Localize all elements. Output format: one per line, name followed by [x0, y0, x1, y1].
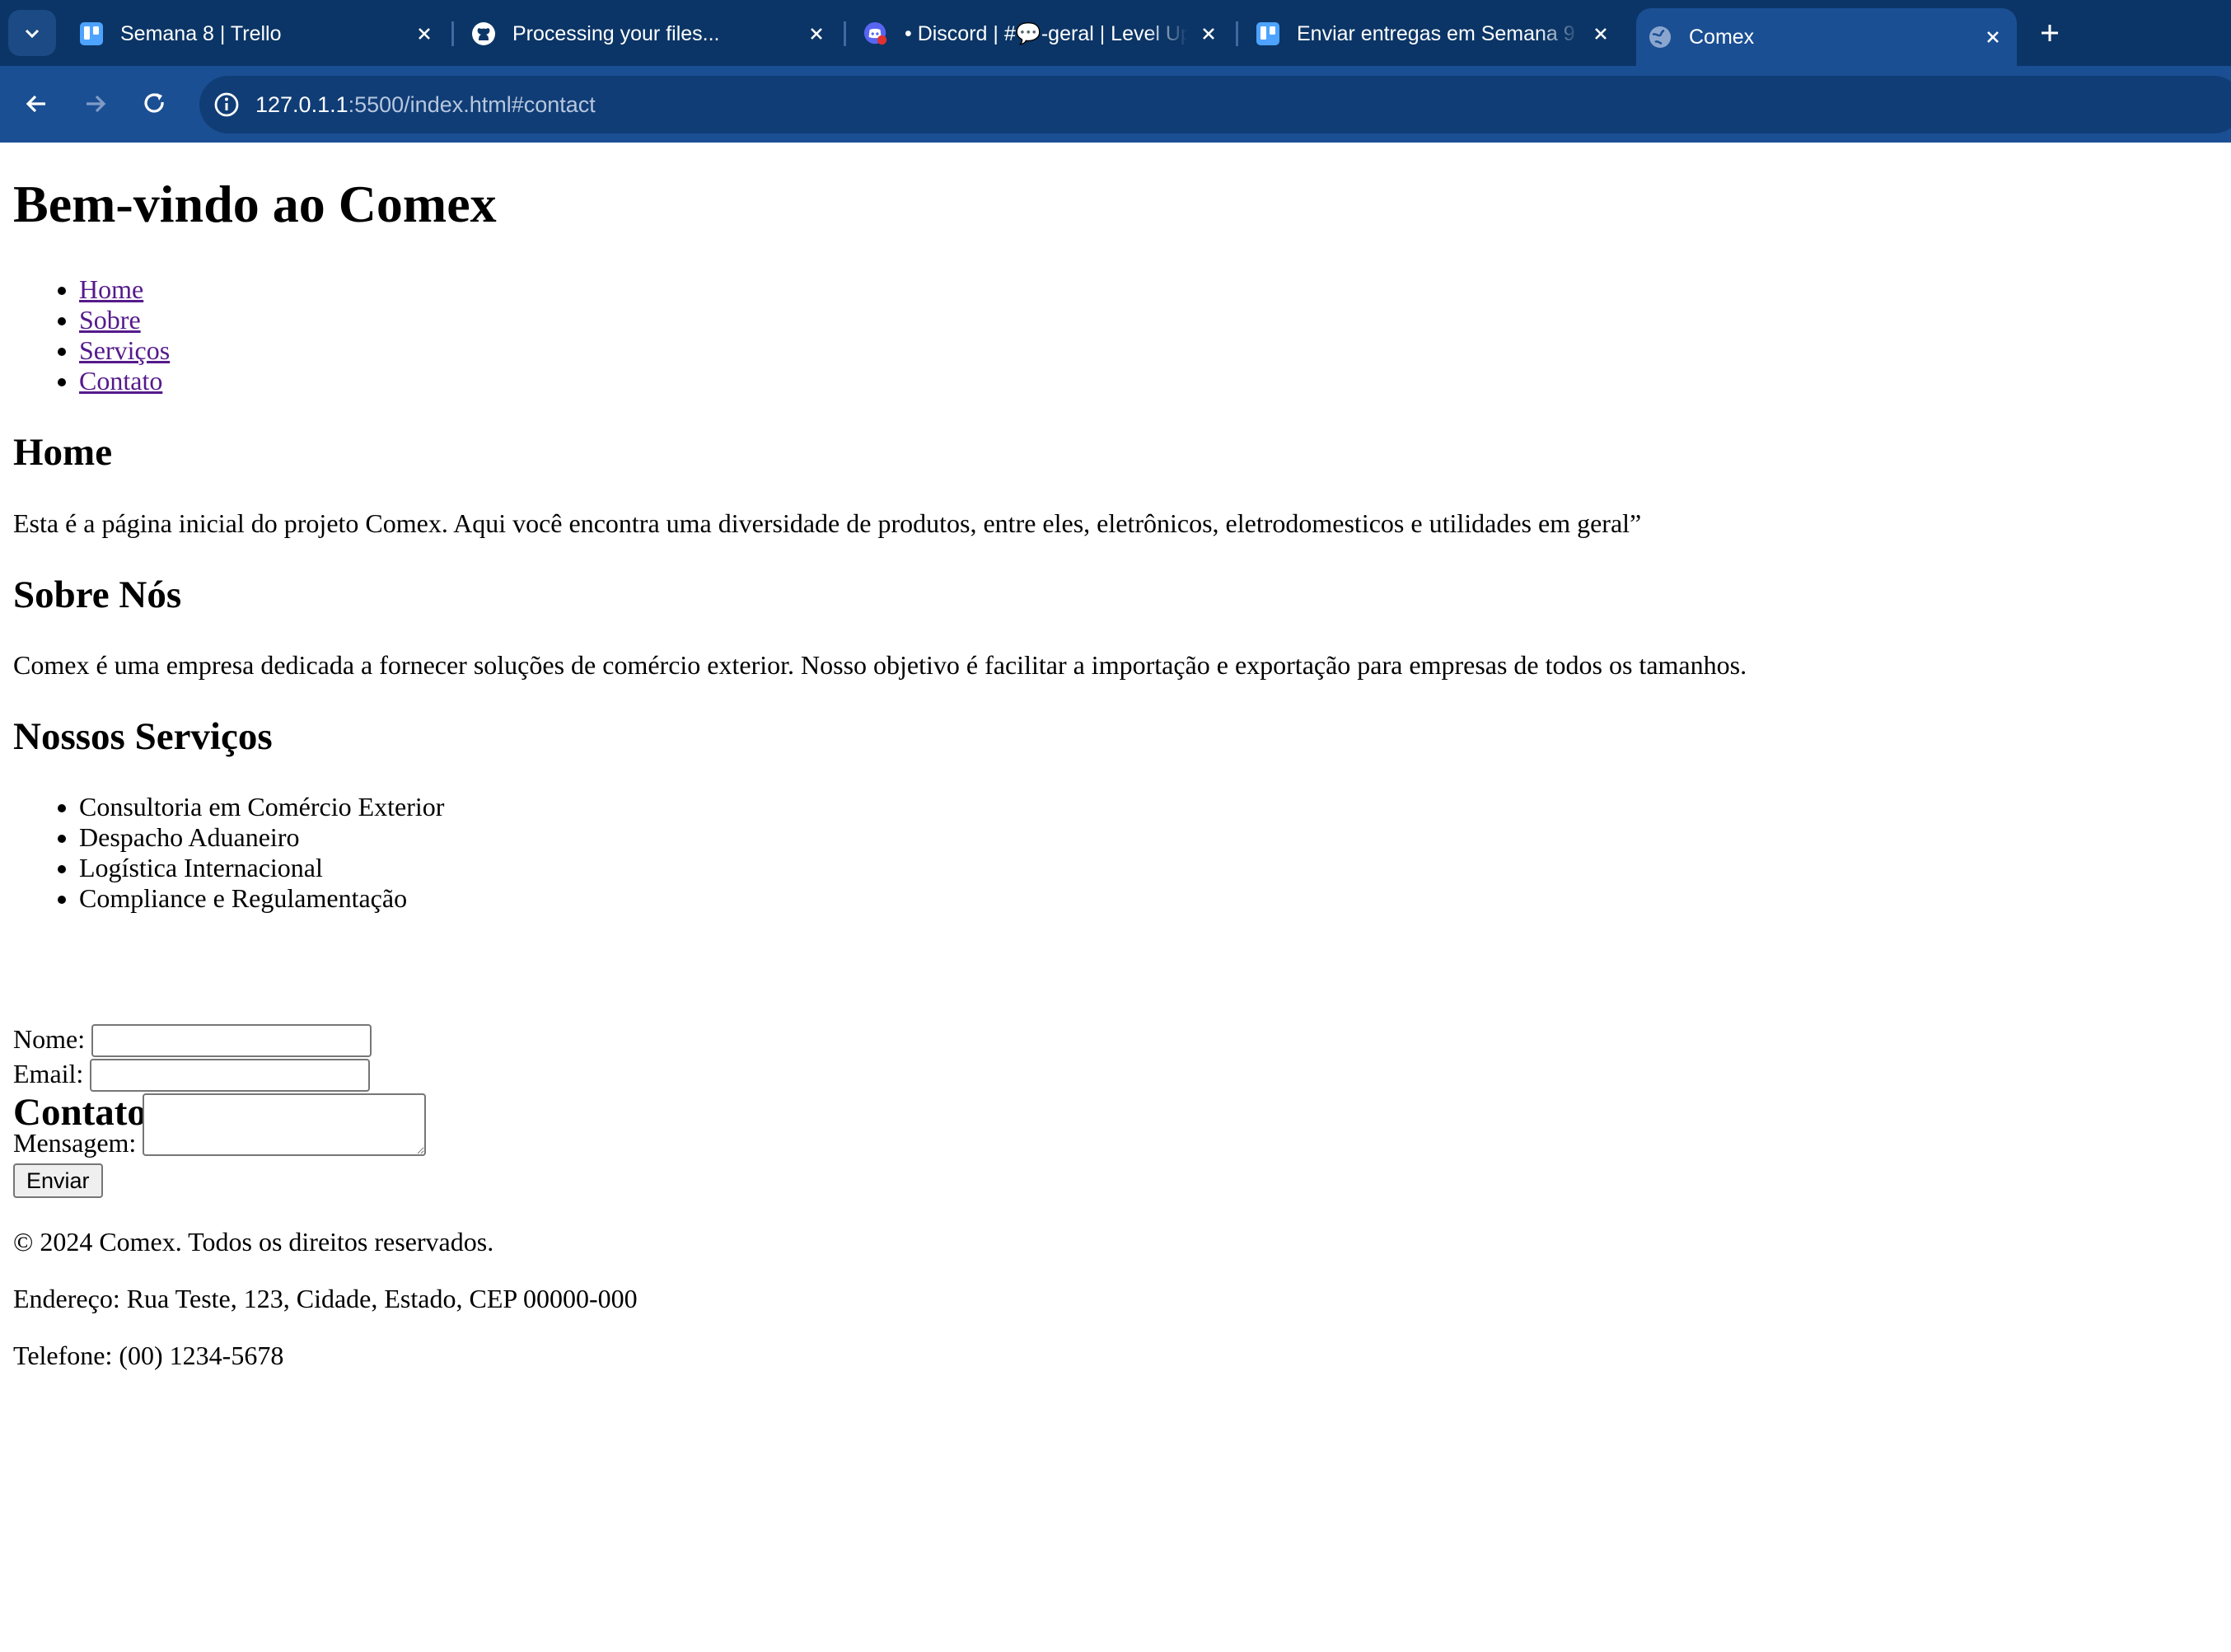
new-tab-button[interactable]	[2033, 16, 2066, 49]
service-item: Logística Internacional	[79, 853, 444, 883]
reload-icon	[144, 93, 164, 113]
tab-title: • Discord | #💬-geral | Level Up	[905, 21, 1188, 45]
close-icon[interactable]	[1588, 21, 1613, 46]
nav-link-contato[interactable]: Contato	[79, 366, 162, 395]
submit-button[interactable]: Enviar	[13, 1163, 103, 1198]
services-heading: Nossos Serviços	[13, 715, 273, 758]
browser-chrome: Semana 8 | Trello Processing your files.…	[0, 0, 2231, 143]
message-textarea[interactable]	[143, 1093, 427, 1156]
tab-search-button[interactable]	[8, 10, 56, 56]
message-label: Mensagem:	[13, 1128, 137, 1158]
forward-button[interactable]	[76, 84, 115, 124]
footer-address: Endereço: Rua Teste, 123, Cidade, Estado…	[13, 1284, 638, 1313]
globe-icon	[1648, 25, 1672, 49]
tab-separator	[1236, 21, 1238, 46]
footer-phone: Telefone: (00) 1234-5678	[13, 1341, 284, 1370]
page-viewport: Bem-vindo ao Comex Home Sobre Serviços C…	[0, 143, 2231, 1652]
github-icon	[471, 21, 496, 46]
nav-item-sobre: Sobre	[79, 305, 170, 335]
trello-icon	[1256, 21, 1280, 46]
tab-title: Semana 8 | Trello	[120, 21, 282, 45]
tab-title: Processing your files...	[512, 21, 720, 45]
close-icon[interactable]	[804, 21, 829, 46]
home-heading: Home	[13, 431, 113, 474]
about-heading: Sobre Nós	[13, 573, 182, 616]
discord-icon	[863, 21, 888, 46]
close-icon[interactable]	[1981, 25, 2005, 49]
url-path: :5500/index.html#contact	[348, 91, 596, 117]
chevron-down-icon	[25, 29, 40, 39]
tab-title: Comex	[1689, 25, 1755, 49]
tab-trello-enviar[interactable]: Enviar entregas em Semana 9 | Trello	[1244, 8, 1625, 59]
service-item: Compliance e Regulamentação	[79, 883, 444, 914]
footer-copyright: © 2024 Comex. Todos os direitos reservad…	[13, 1227, 494, 1257]
site-info-icon[interactable]	[213, 91, 241, 119]
trello-icon	[79, 21, 104, 46]
tab-discord[interactable]: • Discord | #💬-geral | Level Up	[852, 8, 1232, 59]
plus-icon	[2042, 25, 2058, 41]
tab-strip: Semana 8 | Trello Processing your files.…	[0, 0, 2231, 66]
url-host: 127.0.1.1	[255, 91, 348, 117]
close-icon[interactable]	[1196, 21, 1221, 46]
back-button[interactable]	[16, 84, 56, 124]
address-bar[interactable]: 127.0.1.1:5500/index.html#contact	[199, 76, 2231, 133]
name-label: Nome:	[13, 1024, 86, 1054]
tab-separator	[451, 21, 454, 46]
nav-menu: Home Sobre Serviços Contato	[13, 274, 170, 396]
close-icon[interactable]	[412, 21, 437, 46]
nav-link-home[interactable]: Home	[79, 274, 143, 304]
service-item: Despacho Aduaneiro	[79, 822, 444, 853]
email-input[interactable]	[90, 1059, 371, 1092]
tab-comex-active[interactable]: Comex	[1636, 8, 2017, 66]
name-input[interactable]	[91, 1024, 372, 1057]
nav-item-home: Home	[79, 274, 170, 305]
services-list: Consultoria em Comércio Exterior Despach…	[13, 792, 444, 914]
email-field-row: Email:	[13, 1059, 371, 1092]
nav-link-servicos[interactable]: Serviços	[79, 335, 170, 365]
browser-toolbar: 127.0.1.1:5500/index.html#contact	[0, 66, 2231, 143]
tab-title: Enviar entregas em Semana 9 | Trello	[1297, 21, 1580, 45]
nav-item-servicos: Serviços	[79, 335, 170, 366]
tab-github-processing[interactable]: Processing your files...	[460, 8, 840, 59]
tab-trello-semana8[interactable]: Semana 8 | Trello	[68, 8, 448, 59]
reload-button[interactable]	[135, 84, 175, 124]
tab-separator	[844, 21, 846, 46]
page-title: Bem-vindo ao Comex	[13, 175, 497, 233]
email-label: Email:	[13, 1059, 84, 1088]
arrow-left-icon	[26, 95, 45, 113]
name-field-row: Nome:	[13, 1024, 372, 1057]
nav-item-contato: Contato	[79, 366, 170, 396]
service-item: Consultoria em Comércio Exterior	[79, 792, 444, 822]
home-text: Esta é a página inicial do projeto Comex…	[13, 508, 1642, 538]
message-field-row: Mensagem:	[13, 1093, 427, 1158]
about-text: Comex é uma empresa dedicada a fornecer …	[13, 650, 1747, 680]
arrow-right-icon	[87, 95, 106, 113]
nav-link-sobre[interactable]: Sobre	[79, 305, 141, 335]
